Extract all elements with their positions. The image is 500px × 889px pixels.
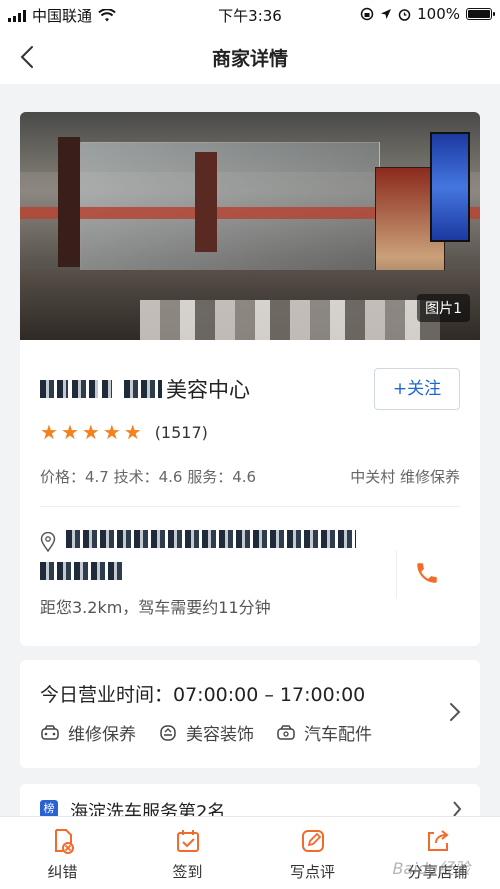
tab-share[interactable]: 分享店铺	[375, 817, 500, 889]
star-icon: ★	[81, 420, 100, 444]
shop-photo[interactable]: 图片1	[20, 112, 480, 340]
lock-rotation-icon	[360, 7, 374, 21]
redacted-text	[40, 562, 125, 580]
back-arrow-icon[interactable]	[14, 42, 44, 72]
alarm-icon	[398, 8, 411, 21]
divider	[396, 550, 397, 598]
divider	[40, 506, 460, 507]
redacted-text	[66, 530, 356, 548]
tab-checkin[interactable]: 签到	[125, 817, 250, 889]
tab-label: 签到	[172, 863, 203, 881]
service-tag: 汽车配件	[276, 720, 372, 745]
tab-label: 写点评	[289, 863, 335, 881]
bottom-action-bar: 纠错 签到 写点评 分享店铺 Baidu经验	[0, 816, 500, 889]
tab-label: 分享店铺	[407, 863, 468, 881]
redacted-text	[40, 380, 68, 398]
follow-button[interactable]: +关注	[374, 368, 460, 410]
chevron-right-icon[interactable]	[448, 700, 462, 724]
share-icon	[427, 830, 449, 851]
redacted-text	[72, 380, 98, 398]
rating-count: (1517)	[154, 422, 208, 442]
battery-icon	[466, 8, 495, 20]
write-review-icon	[301, 830, 324, 852]
service-tag: 维修保养	[40, 720, 136, 745]
mosaic-redaction	[140, 300, 440, 340]
distance-text: 距您3.2km，驾车需要约11分钟	[40, 598, 271, 617]
nav-bar: 商家详情	[0, 30, 500, 84]
location-pin-icon	[40, 532, 56, 552]
phone-icon[interactable]	[414, 560, 440, 586]
star-icon: ★	[60, 420, 79, 444]
shop-info-card: 美容中心 +关注 ★ ★ ★ ★ ★ (1517) 价格：4.7 技术：4.6 …	[20, 340, 480, 646]
shop-name-suffix: 美容中心	[166, 378, 250, 402]
star-icon: ★	[102, 420, 121, 444]
rating-stars: ★ ★ ★ ★ ★ (1517)	[40, 422, 208, 442]
tab-write-review[interactable]: 写点评	[250, 817, 375, 889]
tab-correction[interactable]: 纠错	[0, 817, 125, 889]
tab-label: 纠错	[47, 863, 78, 881]
service-tags: 维修保养 美容装饰 汽车配件	[40, 720, 372, 745]
service-tag: 美容装饰	[158, 720, 254, 745]
redacted-text	[102, 380, 112, 398]
car-parts-icon	[277, 724, 295, 740]
checkin-icon	[176, 830, 199, 852]
status-bar: 中国联通 下午3:36 100%	[0, 0, 500, 30]
star-icon: ★	[40, 420, 58, 444]
photo-index-tag: 图片1	[417, 294, 470, 322]
location-icon	[381, 9, 392, 19]
car-beauty-icon	[160, 724, 176, 741]
area-tags: 中关村 维修保养	[350, 468, 460, 486]
star-icon: ★	[123, 420, 142, 444]
business-hours-card[interactable]: 今日营业时间：07:00:00 – 17:00:00 维修保养 美容装饰 汽车配…	[20, 660, 480, 768]
shop-name: 美容中心	[40, 374, 250, 404]
score-breakdown: 价格：4.7 技术：4.6 服务：4.6	[40, 468, 257, 486]
address-line-1	[66, 530, 360, 548]
battery-percent: 100%	[417, 5, 460, 23]
correction-icon	[54, 829, 74, 854]
page-title: 商家详情	[211, 48, 288, 70]
car-service-icon	[41, 724, 59, 740]
redacted-text	[124, 380, 162, 398]
address-line-2	[40, 562, 129, 580]
business-hours: 今日营业时间：07:00:00 – 17:00:00	[40, 684, 366, 706]
